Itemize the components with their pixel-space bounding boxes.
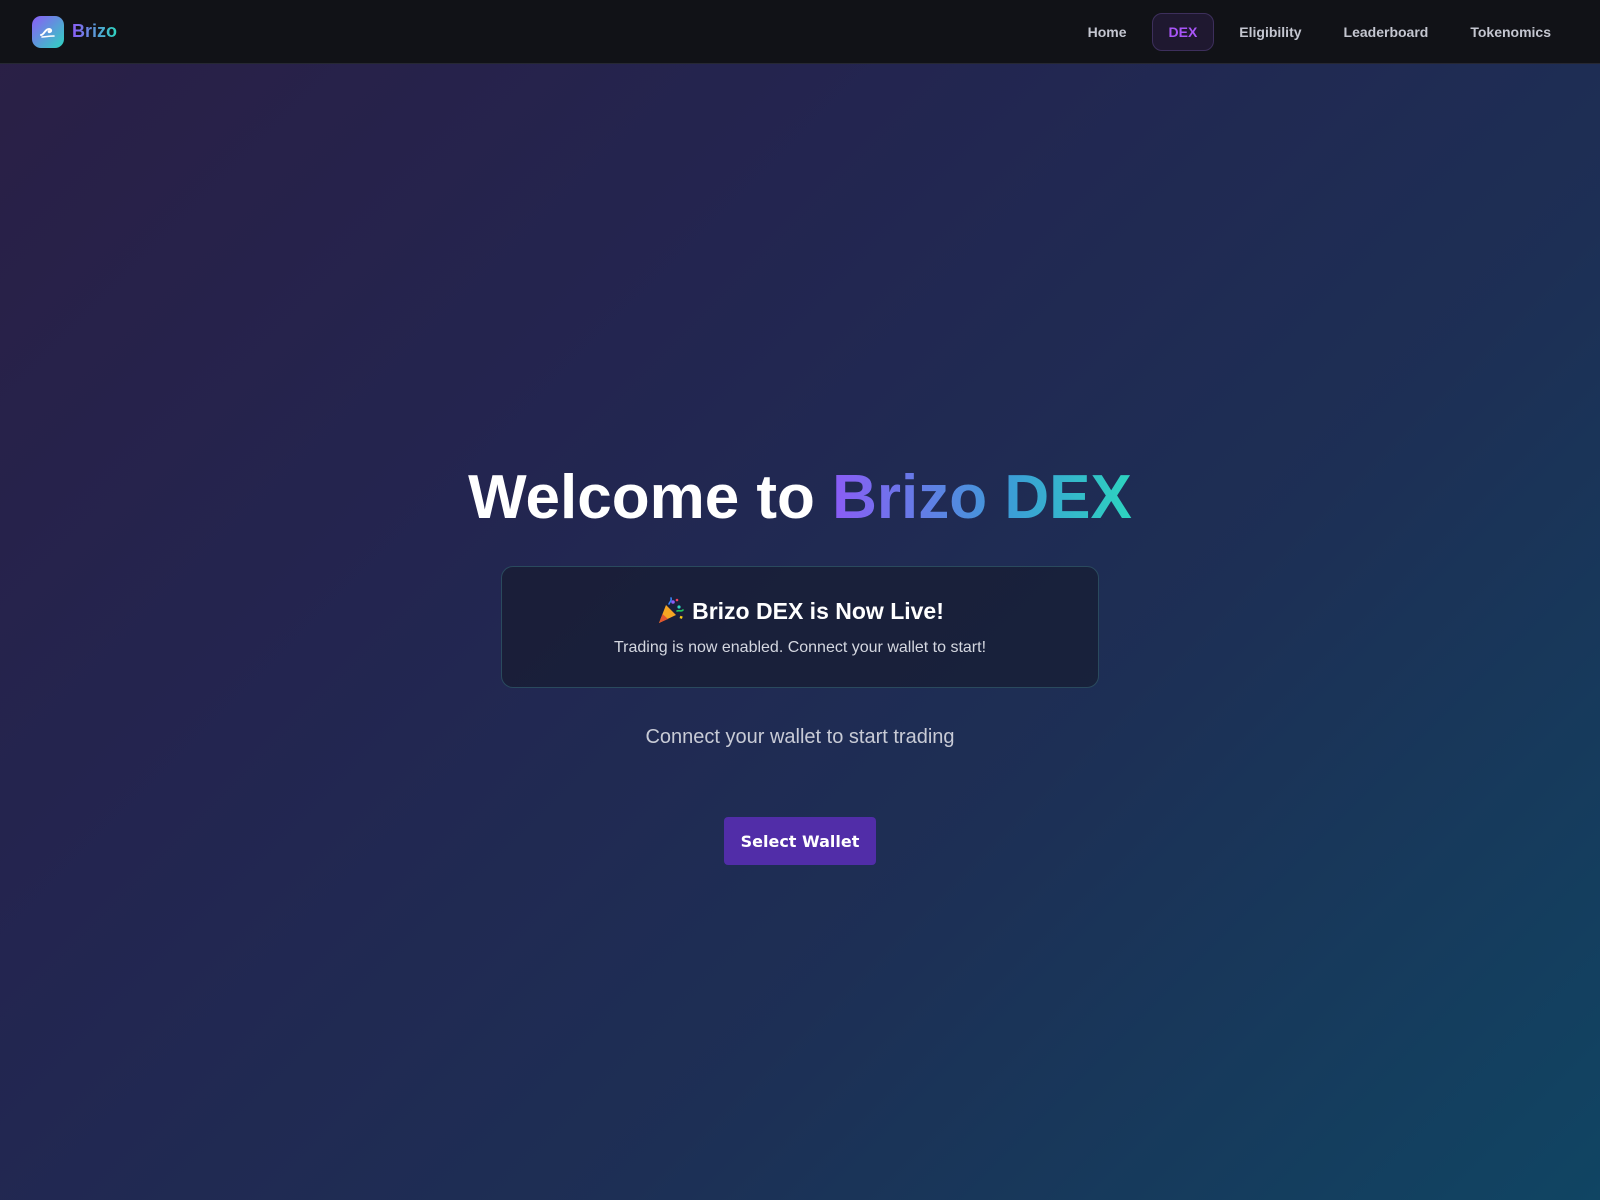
nav-item-eligibility[interactable]: Eligibility: [1222, 13, 1318, 51]
live-notice-card: Brizo DEX is Now Live! Trading is now en…: [501, 566, 1099, 688]
top-navbar: Brizo Home DEX Eligibility Leaderboard T…: [0, 0, 1600, 64]
main-nav: Home DEX Eligibility Leaderboard Tokenom…: [1071, 12, 1568, 51]
nav-item-dex[interactable]: DEX: [1151, 12, 1215, 51]
title-prefix: Welcome to: [468, 463, 833, 532]
party-popper-icon: [656, 597, 684, 625]
brand-name: Brizo: [72, 21, 117, 41]
wave-icon: [32, 15, 64, 48]
notice-text: Trading is now enabled. Connect your wal…: [613, 639, 987, 656]
notice-title: Brizo DEX is Now Live!: [692, 597, 944, 624]
nav-item-leaderboard[interactable]: Leaderboard: [1327, 13, 1446, 51]
notice-heading: Brizo DEX is Now Live!: [656, 597, 944, 625]
hero-section: Welcome to Brizo DEX Brizo DEX is Now Li…: [0, 460, 1600, 865]
select-wallet-button[interactable]: Select Wallet: [724, 817, 876, 865]
connect-wallet-prompt: Connect your wallet to start trading: [645, 726, 955, 748]
nav-item-tokenomics[interactable]: Tokenomics: [1453, 13, 1568, 51]
title-highlight: Brizo DEX: [832, 463, 1132, 532]
nav-item-home[interactable]: Home: [1071, 13, 1144, 51]
brand-link[interactable]: Brizo: [32, 15, 117, 48]
page-title: Welcome to Brizo DEX: [468, 460, 1132, 536]
